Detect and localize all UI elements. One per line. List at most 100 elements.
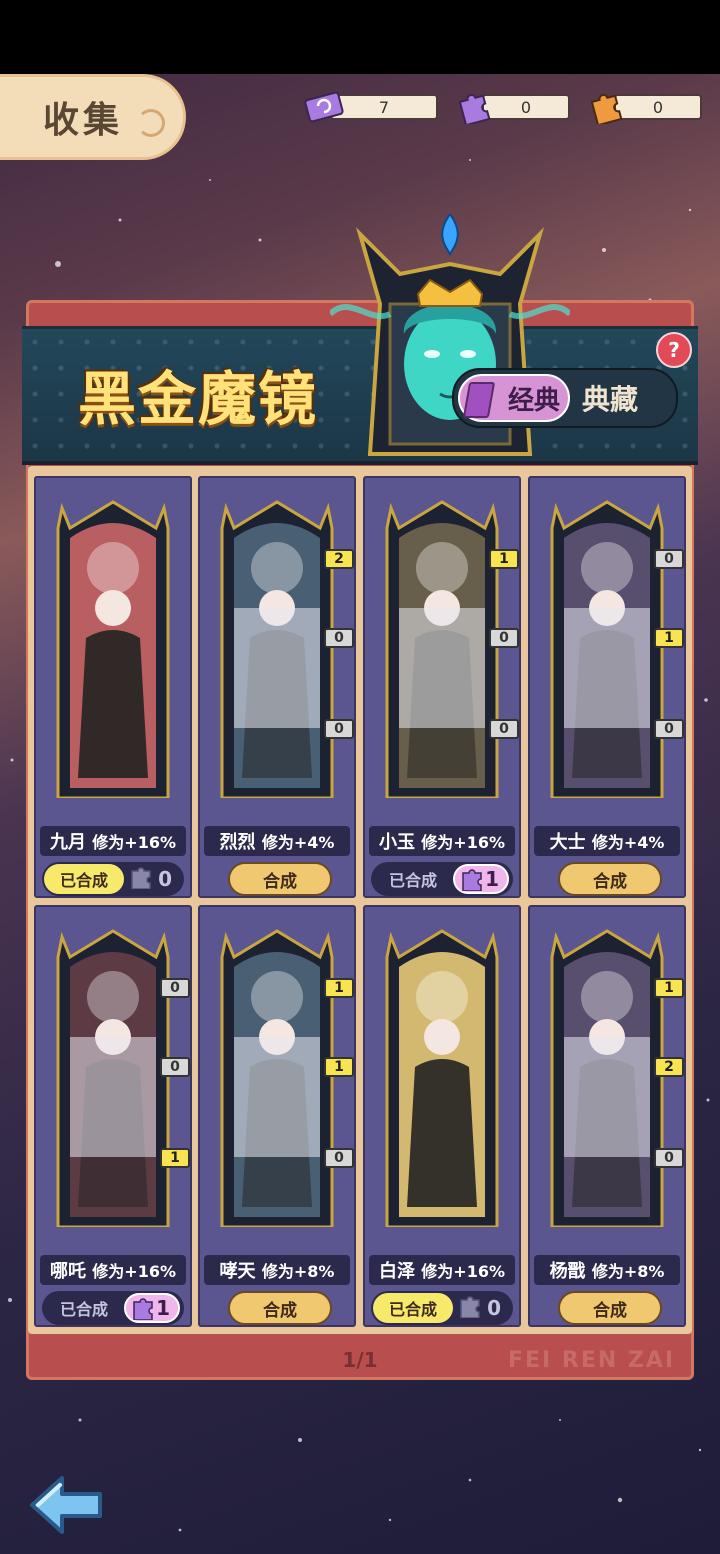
swirl-ornament-icon [137,109,165,137]
card-name-bonus: 九月 修为+16% [40,826,186,856]
puzzle-piece-count: 1 [156,1296,170,1320]
stained-glass-frame [550,929,664,1227]
currency-purple-puzzle[interactable]: 0 [456,92,570,124]
puzzle-piece-count: 0 [158,867,172,891]
card-name: 哮天 [219,1261,256,1282]
merged-badge: 已合成 [373,1293,453,1323]
card-name-bonus: 哮天 修为+8% [204,1255,350,1285]
character-card[interactable]: 哪吒 修为+16% 0 0 1 已合成 1 [34,905,192,1327]
card-bonus: 修为+4% [261,833,335,852]
help-button[interactable]: ? [656,332,692,368]
character-card[interactable]: 烈烈 修为+4% 2 0 0 合成 [198,476,356,898]
puzzle-piece-icon [131,867,151,889]
character-body [78,630,148,778]
card-bonus: 修为+16% [92,833,176,852]
fragment-count-badge: 0 [654,549,684,569]
card-name: 大士 [549,832,586,853]
orange-puzzle-icon [590,93,623,124]
card-name: 九月 [50,832,86,853]
card-name-bonus: 杨戬 修为+8% [534,1255,680,1285]
card-name-bonus: 哪吒 修为+16% [40,1255,186,1285]
tab-classic[interactable]: 经典 [458,374,570,422]
character-card[interactable]: 哮天 修为+8% 1 1 0 合成 [198,905,356,1327]
book-icon [462,382,496,418]
fragment-count-badge: 0 [489,719,519,739]
merged-badge: 已合成 [44,864,124,894]
merged-status-row: 已合成 0 [42,862,184,896]
stained-glass-frame [385,500,499,798]
watermark-text: FEI REN ZAI [508,1348,676,1373]
merge-button[interactable]: 合成 [228,862,332,896]
puzzle-piece-icon [460,1296,480,1318]
fragment-count-badge: 0 [324,628,354,648]
collect-tab-label: 收集 [43,100,124,141]
fragment-count-badge: 0 [489,628,519,648]
fragment-count-badge: 0 [160,1057,190,1077]
currency-orange-puzzle[interactable]: 0 [588,92,702,124]
merged-badge: 已合成 [59,1300,108,1319]
fragment-count-badge: 0 [324,1148,354,1168]
collect-tab[interactable]: 收集 [0,74,186,160]
card-name-bonus: 大士 修为+4% [534,826,680,856]
back-arrow-button[interactable] [26,1470,106,1540]
puzzle-piece-count: 0 [487,1296,501,1320]
merged-badge: 已合成 [388,871,437,890]
card-name: 哪吒 [50,1261,86,1282]
card-name: 小玉 [379,832,415,853]
fragment-count-badge: 1 [324,1057,354,1077]
merge-button[interactable]: 合成 [228,1291,332,1325]
card-name-bonus: 烈烈 修为+4% [204,826,350,856]
tab-collection[interactable]: 典藏 [582,378,638,418]
fragment-count-badge: 0 [654,1148,684,1168]
fragment-count-badge: 2 [654,1057,684,1077]
card-bonus: 修为+8% [591,1262,665,1281]
album-title: 黑金魔镜 [78,365,319,433]
stained-glass-frame [220,500,334,798]
purple-puzzle-icon [458,93,491,124]
puzzle-piece-count: 1 [485,867,499,891]
ticket-icon [304,91,344,123]
card-bonus: 修为+16% [92,1262,176,1281]
currency-ticket[interactable]: 7 [304,91,438,123]
currency-ticket-value: 7 [330,94,438,120]
character-head [424,1019,460,1055]
character-body [407,1059,477,1207]
merge-button[interactable]: 合成 [558,1291,662,1325]
card-name: 白泽 [379,1261,415,1282]
stained-glass-frame [220,929,334,1227]
stained-glass-frame [550,500,664,798]
fragment-count-badge: 1 [489,549,519,569]
puzzle-piece-counter[interactable]: 1 [453,864,509,894]
magic-mirror-emblem [330,214,570,456]
puzzle-piece-icon [462,869,482,891]
fragment-count-badge: 0 [160,978,190,998]
fragment-count-badge: 2 [324,549,354,569]
character-card[interactable]: 杨戬 修为+8% 1 2 0 合成 [528,905,686,1327]
fragment-count-badge: 1 [654,978,684,998]
character-head [95,590,131,626]
card-bonus: 修为+4% [591,833,665,852]
status-bar [0,0,720,74]
card-name-bonus: 白泽 修为+16% [369,1255,515,1285]
tab-classic-label: 经典 [507,385,560,416]
stained-glass-frame [56,929,170,1227]
merge-button[interactable]: 合成 [558,862,662,896]
album-tab-switch: 经典 典藏 [452,368,678,428]
puzzle-piece-counter[interactable]: 0 [124,864,180,894]
character-card[interactable]: 白泽 修为+16% 已合成 0 [363,905,521,1327]
merged-status-row: 已合成 1 [371,862,513,896]
character-card[interactable]: 大士 修为+4% 0 1 0 合成 [528,476,686,898]
stained-glass-frame [385,929,499,1227]
fragment-count-badge: 1 [324,978,354,998]
merged-status-row: 已合成 1 [42,1291,184,1325]
character-card[interactable]: 九月 修为+16% 已合成 0 [34,476,192,898]
merged-status-row: 已合成 0 [371,1291,513,1325]
card-name-bonus: 小玉 修为+16% [369,826,515,856]
character-card[interactable]: 小玉 修为+16% 1 0 0 已合成 1 [363,476,521,898]
puzzle-piece-icon [133,1298,153,1320]
card-bonus: 修为+8% [261,1262,335,1281]
fragment-count-badge: 1 [160,1148,190,1168]
puzzle-piece-counter[interactable]: 1 [124,1293,180,1323]
puzzle-piece-counter[interactable]: 0 [453,1293,509,1323]
fragment-count-badge: 1 [654,628,684,648]
